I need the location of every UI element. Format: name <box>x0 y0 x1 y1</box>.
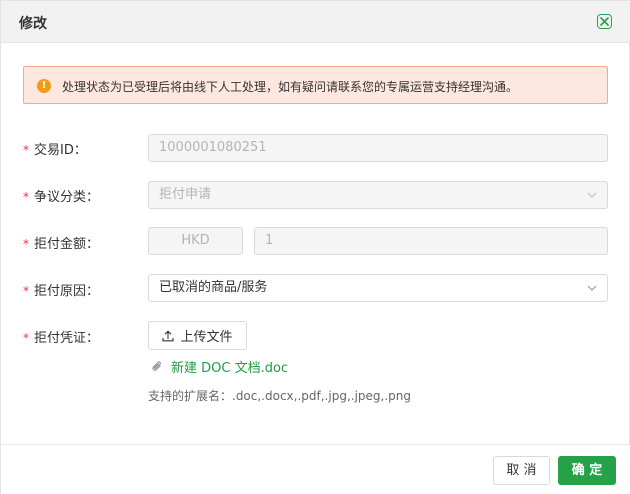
close-button[interactable] <box>597 14 612 29</box>
paperclip-icon <box>152 360 161 371</box>
chevron-down-icon <box>587 192 597 198</box>
close-icon <box>600 17 609 26</box>
dispute-type-select[interactable]: 拒付申请 <box>148 181 608 209</box>
uploaded-file: 新建 DOC 文档.doc <box>151 357 288 376</box>
file-link[interactable]: 新建 DOC 文档.doc <box>171 357 288 376</box>
dialog-footer: 取 消 确 定 <box>1 444 630 494</box>
chargeback-reason-select[interactable]: 已取消的商品/服务 <box>148 274 608 302</box>
chevron-down-icon <box>587 285 597 291</box>
cancel-button[interactable]: 取 消 <box>493 456 550 485</box>
transaction-id-field[interactable]: 1000001080251 <box>148 134 608 162</box>
chargeback-reason-value: 已取消的商品/服务 <box>159 280 268 295</box>
required-mark: * <box>23 284 29 298</box>
upload-icon <box>162 330 175 341</box>
required-mark: * <box>23 190 29 204</box>
notice-alert: ! 处理状态为已受理后将由线下人工处理，如有疑问请联系您的专属运营支持经理沟通。 <box>23 66 608 104</box>
warning-icon: ! <box>37 79 51 93</box>
currency-field[interactable]: HKD <box>148 227 243 255</box>
required-mark: * <box>23 143 29 157</box>
chargeback-proof-label: * 拒付凭证： <box>23 331 100 346</box>
upload-file-button[interactable]: 上传文件 <box>148 321 247 350</box>
extension-hint: 支持的扩展名：.doc,.docx,.pdf,.jpg,.jpeg,.png <box>148 389 411 403</box>
edit-dialog: 修改 ! 处理状态为已受理后将由线下人工处理，如有疑问请联系您的专属运营支持经理… <box>0 0 630 494</box>
required-mark: * <box>23 237 29 251</box>
dispute-type-label: * 争议分类： <box>23 190 100 205</box>
chargeback-amount-label: * 拒付金额： <box>23 237 100 252</box>
transaction-id-label: * 交易ID： <box>23 143 87 158</box>
confirm-button[interactable]: 确 定 <box>558 456 616 485</box>
chargeback-reason-label: * 拒付原因： <box>23 284 100 299</box>
amount-field[interactable]: 1 <box>254 227 608 255</box>
dialog-header: 修改 <box>1 1 630 43</box>
alert-text: 处理状态为已受理后将由线下人工处理，如有疑问请联系您的专属运营支持经理沟通。 <box>62 80 519 94</box>
required-mark: * <box>23 331 29 345</box>
upload-button-label: 上传文件 <box>180 330 233 345</box>
dialog-title: 修改 <box>19 16 47 32</box>
dispute-type-value: 拒付申请 <box>159 187 212 202</box>
